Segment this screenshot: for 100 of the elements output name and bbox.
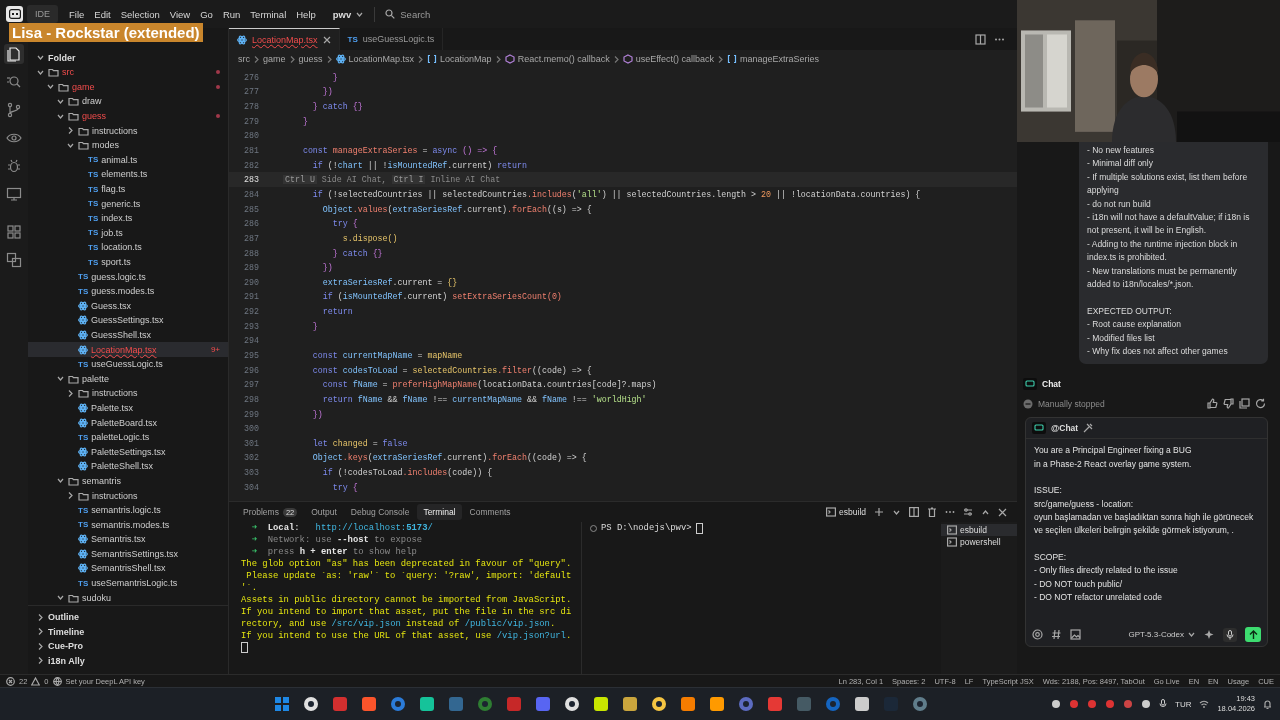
app-icon[interactable] <box>592 696 609 712</box>
tree-item[interactable]: semantris <box>28 473 228 489</box>
tree-item[interactable]: TS useGuessLogic.ts <box>28 356 228 372</box>
start-icon[interactable] <box>273 696 290 712</box>
terminal-list-item[interactable]: esbuild <box>941 524 1017 536</box>
panel-tab[interactable]: Output <box>305 504 343 520</box>
keyboard-language[interactable]: TUR <box>1175 699 1192 709</box>
app-icon[interactable] <box>621 696 638 712</box>
tree-item[interactable]: TS job.ts <box>28 225 228 241</box>
tree-item[interactable]: instructions <box>28 123 228 138</box>
tree-item[interactable]: palette <box>28 371 228 387</box>
tree-item[interactable]: src <box>28 65 228 80</box>
panel-tab[interactable]: Debug Console <box>344 504 416 520</box>
wifi-icon[interactable] <box>1199 699 1210 709</box>
menu-item[interactable]: Go <box>195 5 218 23</box>
app-icon[interactable] <box>302 696 319 712</box>
workspace-dropdown[interactable]: pwv <box>328 6 376 22</box>
tree-item[interactable]: GuessShell.tsx <box>28 327 228 343</box>
breadcrumb[interactable]: src <box>238 54 250 64</box>
tree-item[interactable]: PaletteBoard.tsx <box>28 415 228 430</box>
menu-item[interactable]: Help <box>291 5 321 23</box>
thumbs-down-icon[interactable] <box>1223 398 1234 410</box>
app-icon[interactable] <box>679 696 696 712</box>
menu-item[interactable]: Terminal <box>245 5 292 23</box>
tree-item[interactable]: PaletteShell.tsx <box>28 459 228 474</box>
section-header[interactable]: Folder <box>28 50 228 65</box>
warning-icon[interactable] <box>31 676 41 686</box>
translate-icon[interactable] <box>4 250 24 270</box>
tree-item[interactable]: guess <box>28 108 228 124</box>
breadcrumb[interactable]: game <box>263 54 286 64</box>
tree-item[interactable]: Guess.tsx <box>28 298 228 314</box>
tree-item[interactable]: Semantris.tsx <box>28 532 228 547</box>
tree-item[interactable]: TS generic.ts <box>28 196 228 211</box>
send-button[interactable] <box>1245 627 1261 643</box>
menu-item[interactable]: View <box>164 5 196 23</box>
tree-item[interactable]: TS index.ts <box>28 210 228 226</box>
error-icon[interactable] <box>6 676 15 686</box>
editor-tab[interactable]: TS useGuessLogic.ts <box>339 28 444 50</box>
trash-icon[interactable] <box>927 507 937 517</box>
bell-icon[interactable] <box>1263 699 1272 709</box>
panel-tab[interactable]: Terminal <box>417 504 462 520</box>
tree-item[interactable]: draw <box>28 94 228 109</box>
microphone-icon[interactable] <box>1159 699 1167 709</box>
tree-item[interactable]: TS semantris.logic.ts <box>28 502 228 518</box>
terminal-list-item[interactable]: powershell <box>941 536 1017 548</box>
thumbs-up-icon[interactable] <box>1207 398 1218 410</box>
tree-item[interactable]: PaletteSettings.tsx <box>28 444 228 460</box>
tree-item[interactable]: TS useSemantrisLogic.ts <box>28 575 228 591</box>
breadcrumb[interactable]: React.memo() callback <box>504 54 610 64</box>
tree-item[interactable]: TS animal.ts <box>28 152 228 168</box>
section-header[interactable]: i18n Ally <box>28 653 228 668</box>
tree-item[interactable]: LocationMap.tsx 9+ <box>28 342 228 357</box>
breadcrumb[interactable]: guess <box>298 54 323 64</box>
tree-item[interactable]: instructions <box>28 488 228 503</box>
breadcrumb[interactable]: manageExtraSeries <box>727 54 820 64</box>
copy-icon[interactable] <box>1239 398 1250 410</box>
tree-item[interactable]: TS flag.ts <box>28 181 228 197</box>
menu-item[interactable]: Run <box>217 5 246 23</box>
app-icon[interactable] <box>418 696 435 712</box>
tree-item[interactable]: sudoku <box>28 590 228 605</box>
menu-item[interactable]: Selection <box>115 5 165 23</box>
close-icon[interactable] <box>322 35 331 44</box>
files-icon[interactable] <box>4 44 24 64</box>
editor-tab[interactable]: LocationMap.tsx <box>229 28 340 50</box>
breadcrumb[interactable]: LocationMap <box>427 54 492 64</box>
app-icon[interactable] <box>650 696 667 712</box>
sparkle-icon[interactable] <box>1204 629 1215 641</box>
app-icon[interactable] <box>708 696 725 712</box>
tree-item[interactable]: TS paletteLogic.ts <box>28 429 228 445</box>
section-header[interactable]: Cue-Pro <box>28 639 228 654</box>
tree-item[interactable]: instructions <box>28 386 228 401</box>
globe-icon[interactable] <box>52 676 62 686</box>
at-icon[interactable] <box>1032 629 1043 641</box>
image-icon[interactable] <box>1070 629 1081 641</box>
tree-item[interactable]: TS elements.ts <box>28 167 228 182</box>
tree-item[interactable]: TS location.ts <box>28 240 228 255</box>
tree-item[interactable]: TS sport.ts <box>28 254 228 270</box>
tree-item[interactable]: GuessSettings.tsx <box>28 313 228 328</box>
tree-item[interactable]: SemantrisShell.tsx <box>28 561 228 576</box>
tree-item[interactable]: Palette.tsx <box>28 400 228 416</box>
refresh-icon[interactable] <box>1255 398 1266 410</box>
sliders-icon[interactable] <box>963 507 973 517</box>
microphone-button[interactable] <box>1223 628 1237 642</box>
plus-icon[interactable] <box>874 507 884 517</box>
grid-icon[interactable] <box>4 222 24 242</box>
split-editor-icon[interactable] <box>975 33 986 45</box>
model-dropdown[interactable]: GPT-5.3-Codex <box>1128 630 1196 640</box>
breadcrumb[interactable]: useEffect() callback <box>622 54 715 64</box>
chevron-up-icon[interactable] <box>981 507 990 517</box>
tree-item[interactable]: modes <box>28 137 228 153</box>
panel-tab[interactable]: Comments <box>463 504 517 520</box>
section-header[interactable]: Timeline <box>28 624 228 639</box>
breadcrumb[interactable]: LocationMap.tsx <box>335 54 415 64</box>
close-icon[interactable] <box>998 507 1007 517</box>
split-icon[interactable] <box>909 507 919 517</box>
search-field[interactable]: Search <box>400 8 491 20</box>
menu-item[interactable]: Edit <box>89 5 116 23</box>
tree-item[interactable]: TS guess.logic.ts <box>28 269 228 284</box>
tree-item[interactable]: game <box>28 79 228 95</box>
tree-item[interactable]: SemantrisSettings.tsx <box>28 546 228 562</box>
